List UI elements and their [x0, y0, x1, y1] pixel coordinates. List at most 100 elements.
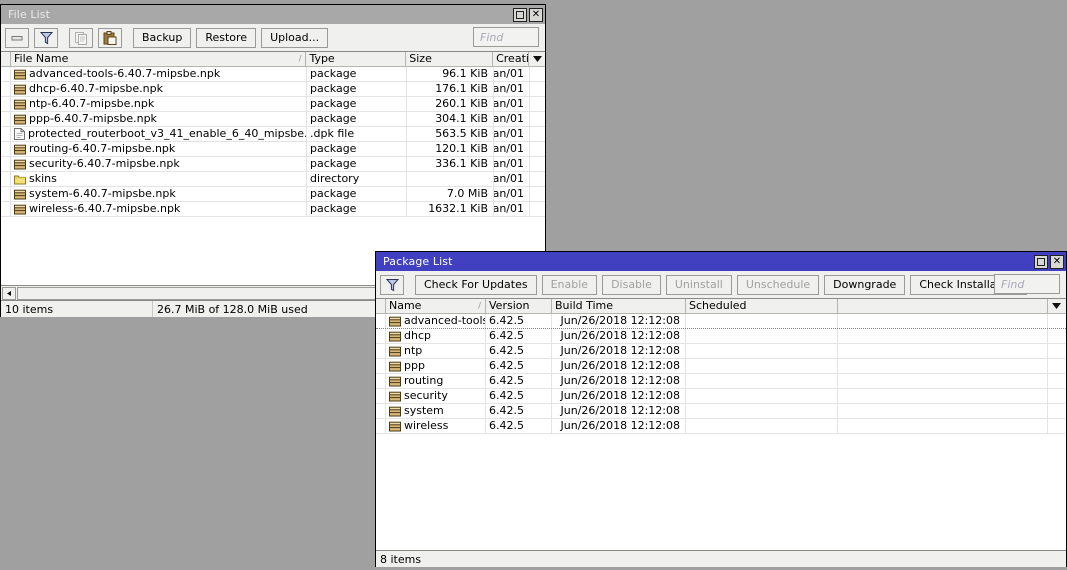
paste-icon	[103, 30, 117, 45]
scroll-left-button[interactable]	[2, 286, 16, 300]
row-gutter	[376, 404, 386, 418]
table-row[interactable]: skins directory Jan/01	[1, 172, 545, 187]
restore-icon[interactable]	[513, 7, 527, 22]
cell-creation-time: Jan/01	[494, 97, 530, 111]
downgrade-button[interactable]: Downgrade	[824, 274, 906, 295]
package-list-find-input[interactable]: Find	[994, 274, 1060, 294]
column-header-extra[interactable]	[838, 299, 1048, 313]
file-list-titlebar[interactable]: File List ✕	[1, 5, 545, 24]
package-icon	[14, 189, 26, 200]
close-icon[interactable]: ✕	[1050, 254, 1064, 269]
table-row[interactable]: security 6.42.5 Jun/26/2018 12:12:08	[376, 389, 1066, 404]
column-header-name[interactable]: Name /	[386, 299, 486, 313]
package-count-label: 8 items	[380, 552, 422, 566]
check-for-updates-button[interactable]: Check For Updates	[415, 274, 537, 295]
restore-button[interactable]: Restore	[196, 27, 257, 48]
cell-type: package	[307, 187, 407, 201]
cell-type: directory	[307, 172, 407, 186]
column-header-build-time[interactable]: Build Time	[552, 299, 686, 313]
cell-type: package	[307, 112, 407, 126]
row-gutter	[1, 67, 11, 81]
disable-button[interactable]: Disable	[602, 274, 661, 295]
table-row[interactable]: system 6.42.5 Jun/26/2018 12:12:08	[376, 404, 1066, 419]
cell-size: 563.5 KiB	[407, 127, 494, 141]
column-header-type[interactable]: Type	[306, 52, 407, 66]
unschedule-button[interactable]: Unschedule	[736, 274, 820, 295]
column-header-file-name[interactable]: File Name /	[11, 52, 307, 66]
find-placeholder: Find	[1001, 277, 1025, 291]
row-gutter	[1, 127, 11, 141]
table-row[interactable]: system-6.40.7-mipsbe.npk package7.0 MiBJa…	[1, 187, 545, 202]
table-row[interactable]: dhcp-6.40.7-mipsbe.npk package176.1 KiBJa…	[1, 82, 545, 97]
uninstall-button[interactable]: Uninstall	[665, 274, 732, 295]
column-chooser-button[interactable]	[529, 52, 545, 66]
cell-extra	[838, 314, 1048, 328]
package-list-header-row: Name / Version Build Time Scheduled	[376, 299, 1066, 314]
enable-button[interactable]: Enable	[541, 274, 598, 295]
table-row[interactable]: ppp-6.40.7-mipsbe.npk package304.1 KiBJan…	[1, 112, 545, 127]
filter-button[interactable]	[34, 27, 58, 48]
package-icon	[14, 69, 26, 80]
cell-type: .dpk file	[307, 127, 407, 141]
cell-extra	[838, 359, 1048, 373]
table-row[interactable]: ntp 6.42.5 Jun/26/2018 12:12:08	[376, 344, 1066, 359]
column-chooser-button[interactable]	[1048, 299, 1064, 313]
table-row[interactable]: advanced-tools 6.42.5 Jun/26/2018 12:12:08	[376, 314, 1066, 329]
cell-size: 336.1 KiB	[407, 157, 494, 171]
package-icon	[14, 159, 26, 170]
cell-build-time: Jun/26/2018 12:12:08	[552, 329, 686, 343]
cell-extra	[838, 374, 1048, 388]
filter-button[interactable]	[380, 274, 404, 295]
upload-button[interactable]: Upload...	[261, 27, 329, 48]
cell-version: 6.42.5	[486, 389, 552, 403]
paste-button[interactable]	[98, 27, 122, 48]
file-list-window-buttons: ✕	[513, 7, 543, 22]
package-name-label: dhcp	[404, 329, 431, 342]
file-name-label: protected_routerboot_v3_41_enable_6_40_m…	[28, 127, 307, 140]
file-name-label: dhcp-6.40.7-mipsbe.npk	[29, 82, 163, 95]
cell-type: package	[307, 157, 407, 171]
file-list-find-input[interactable]: Find	[473, 27, 539, 47]
file-list-rows: advanced-tools-6.40.7-mipsbe.npk package 9…	[1, 67, 545, 277]
cell-extra	[838, 389, 1048, 403]
chevron-down-icon	[1051, 303, 1061, 309]
cell-file-name: advanced-tools-6.40.7-mipsbe.npk	[11, 67, 307, 81]
restore-icon[interactable]	[1034, 254, 1048, 269]
package-list-titlebar[interactable]: Package List ✕	[376, 252, 1066, 271]
cell-version: 6.42.5	[486, 419, 552, 433]
cell-file-name: routing-6.40.7-mipsbe.npk	[11, 142, 307, 156]
cell-creation-time: Jan/01	[494, 82, 530, 96]
remove-button[interactable]	[5, 27, 29, 48]
table-row[interactable]: ntp-6.40.7-mipsbe.npk package260.1 KiBJan…	[1, 97, 545, 112]
find-placeholder: Find	[480, 30, 504, 44]
table-row[interactable]: security-6.40.7-mipsbe.npk package 336.1 K…	[1, 157, 545, 172]
table-row[interactable]: wireless 6.42.5 Jun/26/2018 12:12:08	[376, 419, 1066, 434]
backup-button[interactable]: Backup	[133, 27, 192, 48]
cell-file-name: protected_routerboot_v3_41_enable_6_40_m…	[11, 127, 307, 141]
cell-build-time: Jun/26/2018 12:12:08	[552, 419, 686, 433]
package-icon	[389, 331, 401, 342]
column-header-version[interactable]: Version	[486, 299, 552, 313]
table-row[interactable]: protected_routerboot_v3_41_enable_6_40_m…	[1, 127, 545, 142]
cell-package-name: wireless	[386, 419, 486, 433]
package-list-window[interactable]: Package List ✕ Check For Updates Enable …	[375, 251, 1067, 567]
column-header-size[interactable]: Size	[406, 52, 494, 66]
table-row[interactable]: dhcp 6.42.5 Jun/26/2018 12:12:08	[376, 329, 1066, 344]
table-row[interactable]: wireless-6.40.7-mipsbe.npk package 1632.1 …	[1, 202, 545, 217]
row-gutter	[1, 202, 11, 216]
column-header-creation-time[interactable]: Creatio	[493, 52, 530, 66]
column-header-scheduled[interactable]: Scheduled	[686, 299, 838, 313]
close-icon[interactable]: ✕	[529, 7, 543, 22]
table-row[interactable]: routing-6.40.7-mipsbe.npk package 120.1 Ki…	[1, 142, 545, 157]
row-gutter	[1, 97, 11, 111]
cell-size: 304.1 KiB	[407, 112, 494, 126]
cell-type: package	[307, 82, 407, 96]
table-row[interactable]: routing 6.42.5 Jun/26/2018 12:12:08	[376, 374, 1066, 389]
table-row[interactable]: ppp 6.42.5 Jun/26/2018 12:12:08	[376, 359, 1066, 374]
cell-version: 6.42.5	[486, 314, 552, 328]
table-row[interactable]: advanced-tools-6.40.7-mipsbe.npk package 9…	[1, 67, 545, 82]
arrow-left-icon	[6, 290, 11, 296]
copy-button[interactable]	[69, 27, 93, 48]
cell-size: 260.1 KiB	[407, 97, 494, 111]
cell-file-name: security-6.40.7-mipsbe.npk	[11, 157, 307, 171]
